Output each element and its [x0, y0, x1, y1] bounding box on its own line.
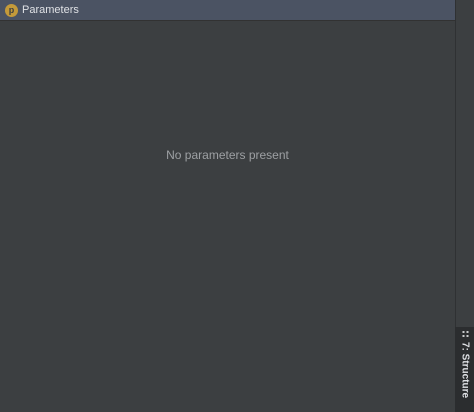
structure-tab-content: 7: Structure: [455, 331, 474, 412]
structure-tab-label: 7: Structure: [459, 342, 470, 399]
right-tool-window-strip: 7: Structure: [455, 0, 474, 412]
parameters-tool-window: p Parameters No parameters present 7: St…: [0, 0, 474, 412]
structure-icon: [461, 331, 469, 338]
structure-tab[interactable]: 7: Structure: [455, 327, 474, 412]
tool-window-title: Parameters: [22, 3, 79, 16]
parameter-icon-letter: p: [8, 4, 15, 15]
empty-state-message: No parameters present: [166, 148, 289, 162]
parameters-content-area: No parameters present: [0, 21, 455, 412]
parameter-p-icon: p: [5, 3, 18, 17]
tool-window-header[interactable]: p Parameters: [0, 0, 474, 21]
